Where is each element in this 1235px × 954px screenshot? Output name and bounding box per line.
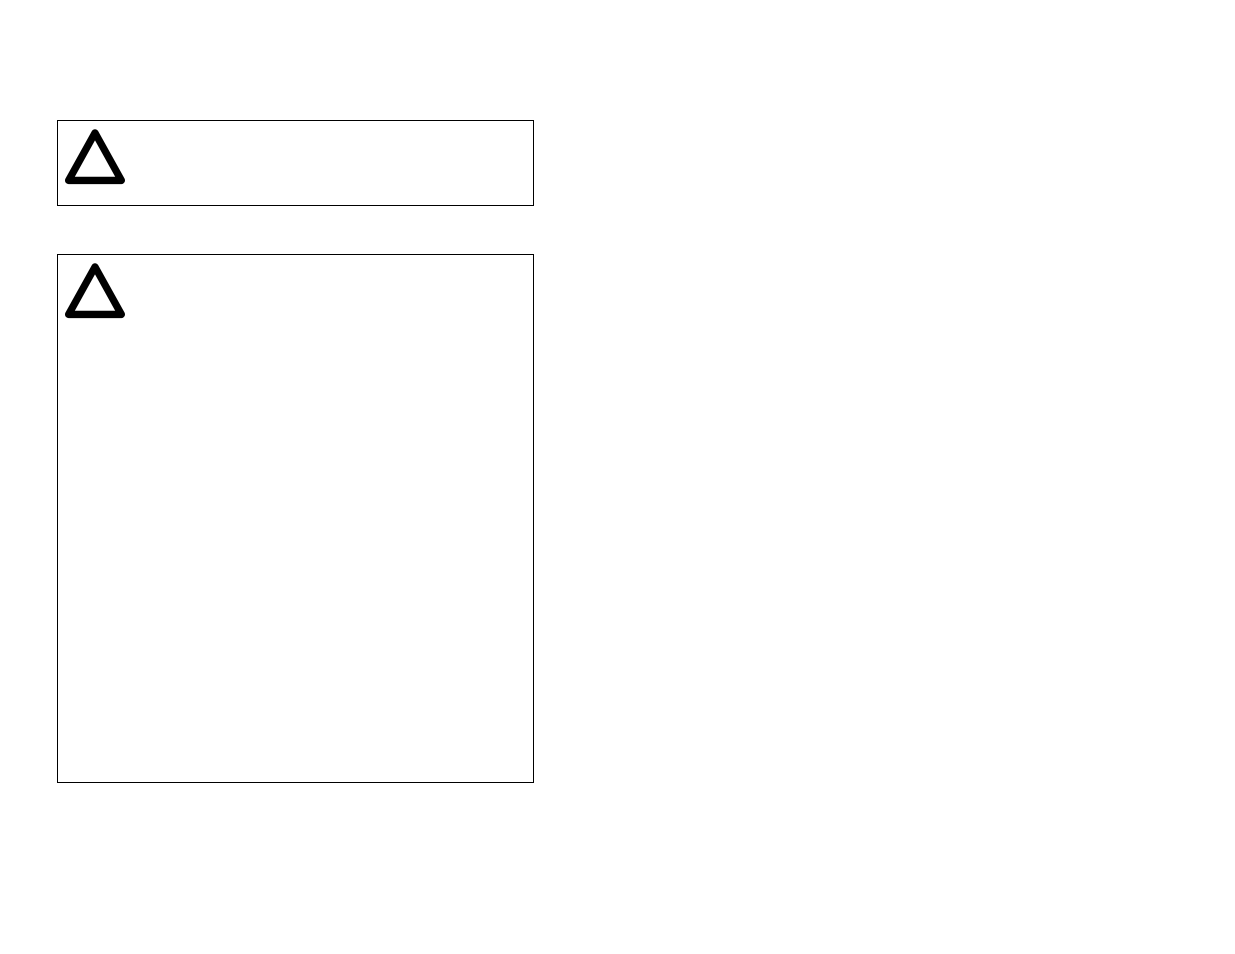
triangle-icon	[62, 125, 128, 191]
triangle-icon	[62, 259, 128, 325]
panel-top	[57, 120, 534, 206]
panel-bottom	[57, 254, 534, 783]
